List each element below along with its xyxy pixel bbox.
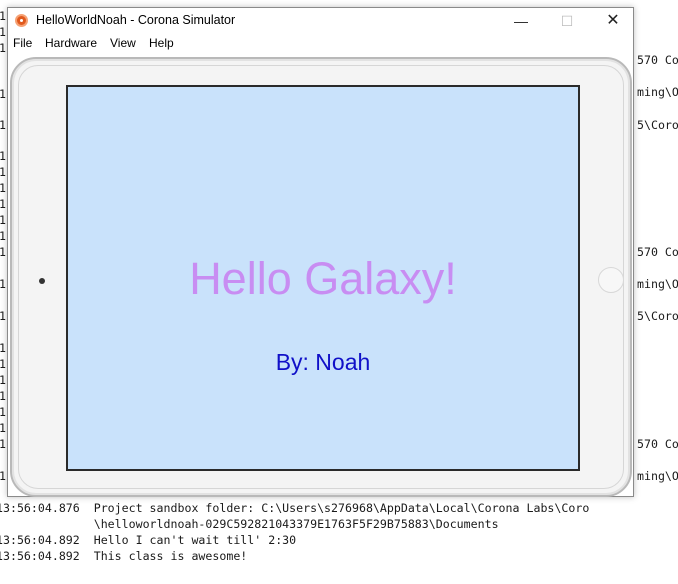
console-fragment: 1 — [0, 165, 6, 179]
console-log-line: 13:56:04.892 Hello I can't wait till' 2:… — [0, 533, 297, 547]
console-fragment: 1 — [0, 181, 6, 195]
console-fragment: 1 — [0, 437, 6, 451]
close-button[interactable]: ✕ — [590, 8, 636, 34]
menu-view[interactable]: View — [110, 36, 136, 50]
console-fragment: 1 — [0, 373, 6, 387]
home-button[interactable] — [598, 267, 624, 293]
ipad-device-frame: Hello Galaxy! By: Noah — [10, 57, 632, 497]
console-fragment: 5\Coro — [637, 309, 678, 323]
console-fragment: 570 Co — [637, 245, 678, 259]
maximize-button[interactable]: ☐ — [544, 8, 590, 34]
console-fragment: 1 — [0, 9, 6, 23]
console-fragment: 1 — [0, 309, 6, 323]
console-fragment: 570 Co — [637, 53, 678, 67]
console-fragment: 1 — [0, 149, 6, 163]
console-fragment: 5\Coro — [637, 118, 678, 132]
console-fragment: 1 — [0, 25, 6, 39]
console-fragment: ming\O — [637, 85, 678, 99]
device-screen[interactable]: Hello Galaxy! By: Noah — [66, 85, 580, 471]
menu-file[interactable]: File — [13, 36, 32, 50]
console-log-line: 13:56:04.876 Project sandbox folder: C:\… — [0, 501, 590, 515]
minimize-button[interactable]: — — [498, 8, 544, 34]
console-fragment: 1 — [0, 469, 6, 483]
menu-hardware[interactable]: Hardware — [45, 36, 97, 50]
console-fragment: 1 — [0, 245, 6, 259]
console-fragment: 1 — [0, 87, 6, 101]
title-bar[interactable]: HelloWorldNoah - Corona Simulator — ☐ ✕ — [8, 8, 633, 34]
console-fragment: 1 — [0, 197, 6, 211]
console-fragment: 1 — [0, 229, 6, 243]
menu-help[interactable]: Help — [149, 36, 174, 50]
console-log-line: 13:56:04.892 This class is awesome! — [0, 549, 248, 563]
console-fragment: 1 — [0, 277, 6, 291]
console-fragment: 1 — [0, 405, 6, 419]
console-fragment: 1 — [0, 41, 6, 55]
console-log-line: \helloworldnoah-029C592821043379E1763F5F… — [0, 517, 499, 531]
console-fragment: ming\O — [637, 277, 678, 291]
console-fragment: 1 — [0, 357, 6, 371]
corona-app-icon — [15, 14, 28, 27]
window-title: HelloWorldNoah - Corona Simulator — [36, 13, 236, 27]
menu-bar: File Hardware View Help — [8, 34, 633, 54]
console-fragment: 1 — [0, 421, 6, 435]
camera-icon — [39, 278, 45, 284]
console-fragment: 570 Co — [637, 437, 678, 451]
console-fragment: 1 — [0, 389, 6, 403]
headline-text: Hello Galaxy! — [189, 253, 457, 304]
console-fragment: ming\O — [637, 469, 678, 483]
console-fragment: 1 — [0, 118, 6, 132]
simulator-window: HelloWorldNoah - Corona Simulator — ☐ ✕ … — [7, 7, 634, 497]
byline-text: By: Noah — [275, 349, 371, 375]
console-fragment: 1 — [0, 213, 6, 227]
console-fragment: 1 — [0, 341, 6, 355]
